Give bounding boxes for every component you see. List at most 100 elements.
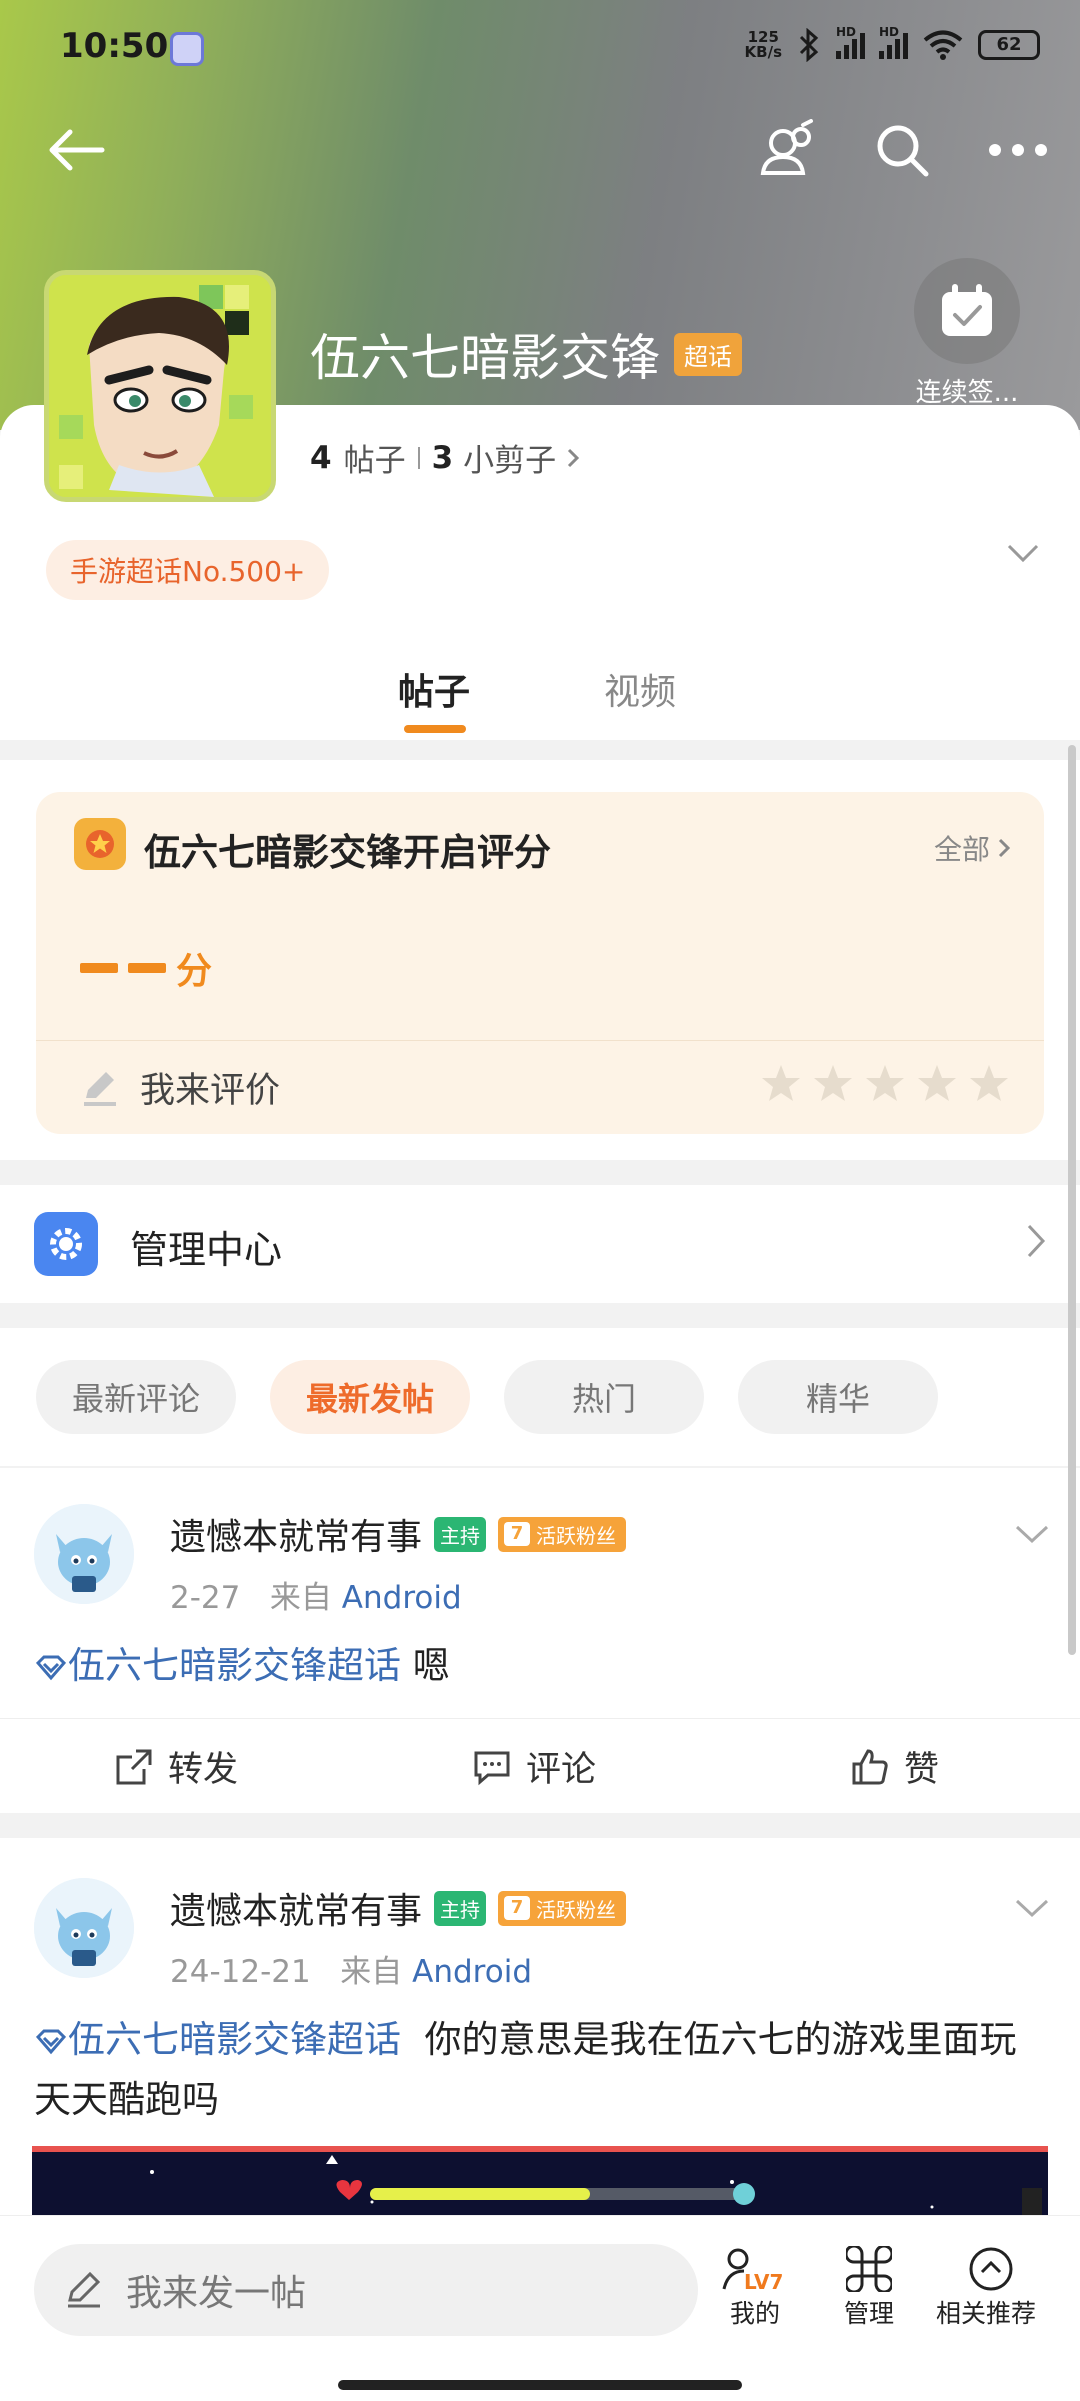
status-bar: 10:50 125 KB/s HD HD 62 bbox=[0, 0, 1080, 96]
rating-score: 分 bbox=[80, 942, 212, 994]
host-badge: 主持 bbox=[434, 1890, 487, 1926]
chaohua-badge: 超话 bbox=[674, 332, 742, 376]
back-arrow-icon bbox=[49, 129, 105, 171]
diamond-topic-icon bbox=[35, 2029, 67, 2055]
more-dots-icon bbox=[989, 144, 1047, 156]
user-level-icon: LV7 bbox=[700, 2244, 810, 2294]
back-button[interactable] bbox=[36, 110, 116, 190]
rating-all-link[interactable]: 全部 bbox=[934, 828, 1010, 868]
tab-posts[interactable]: 帖子 bbox=[398, 663, 470, 715]
feed-post[interactable]: 遗憾本就常有事 主持 7 活跃粉丝 24-12-21 来自 Android 伍六七… bbox=[0, 1838, 1080, 2226]
management-center-row[interactable]: 管理中心 bbox=[0, 1185, 1080, 1303]
post-date: 24-12-21 bbox=[170, 1954, 311, 1990]
score-empty-dash bbox=[80, 963, 118, 973]
filter-featured[interactable]: 精华 bbox=[738, 1360, 938, 1434]
feed-post[interactable]: 遗憾本就常有事 主持 7 活跃粉丝 2-27 来自 Android 伍六七暗影交锋… bbox=[0, 1468, 1080, 1813]
topic-title: 伍六七暗影交锋 bbox=[310, 329, 660, 387]
more-button[interactable] bbox=[978, 110, 1058, 190]
post-from-label: 来自 bbox=[269, 1580, 332, 1616]
post-menu-button[interactable] bbox=[1014, 1898, 1050, 1922]
author-avatar[interactable] bbox=[34, 1878, 134, 1978]
gear-icon bbox=[34, 1212, 98, 1276]
like-button[interactable]: 赞 bbox=[850, 1741, 939, 1792]
star-icon[interactable] bbox=[916, 1062, 958, 1104]
author-name[interactable]: 遗憾本就常有事 bbox=[170, 1882, 422, 1934]
rating-title: 伍六七暗影交锋开启评分 bbox=[144, 831, 551, 874]
nav-manage-label: 管理 bbox=[843, 2299, 894, 2328]
chevron-right-icon bbox=[998, 838, 1010, 858]
rating-stars[interactable] bbox=[760, 1062, 1010, 1104]
tab-videos[interactable]: 视频 bbox=[604, 663, 676, 715]
rating-section: 伍六七暗影交锋开启评分 全部 分 我来评价 bbox=[0, 760, 1080, 1160]
nav-recommend[interactable]: 相关推荐 bbox=[936, 2244, 1046, 2330]
status-indicators: 125 KB/s HD HD 62 bbox=[745, 25, 1040, 62]
topic-link[interactable]: 伍六七暗影交锋超话 bbox=[34, 2018, 401, 2061]
share-icon bbox=[116, 1749, 152, 1784]
clips-count: 3 bbox=[431, 439, 454, 476]
expand-header-button[interactable] bbox=[1006, 543, 1040, 567]
signal-1-icon: HD bbox=[836, 25, 865, 59]
rating-card: 伍六七暗影交锋开启评分 全部 分 我来评价 bbox=[36, 792, 1044, 1134]
command-icon bbox=[814, 2244, 924, 2294]
post-meta: 2-27 来自 Android bbox=[170, 1572, 462, 1617]
filter-latest-comments[interactable]: 最新评论 bbox=[36, 1360, 236, 1434]
post-image[interactable] bbox=[32, 2146, 1048, 2226]
pencil-icon bbox=[84, 1071, 116, 1106]
repost-button[interactable]: 转发 bbox=[114, 1741, 238, 1792]
checkin-circle bbox=[914, 258, 1020, 364]
rate-me-button[interactable]: 我来评价 bbox=[80, 1062, 280, 1113]
star-icon[interactable] bbox=[968, 1062, 1010, 1104]
nav-mine-label: 我的 bbox=[729, 2299, 780, 2328]
content-tabs: 帖子 视频 bbox=[0, 655, 1080, 740]
chevron-right-icon bbox=[1026, 1223, 1046, 1263]
post-content: 伍六七暗影交锋超话 你的意思是我在伍六七的游戏里面玩天天酷跑吗 bbox=[34, 2010, 1046, 2130]
stats-divider bbox=[417, 446, 420, 469]
comment-icon bbox=[474, 1751, 510, 1785]
author-row: 遗憾本就常有事 主持 7 活跃粉丝 bbox=[170, 1882, 627, 1934]
post-source: Android bbox=[341, 1580, 462, 1616]
status-time: 10:50 bbox=[60, 26, 169, 66]
clips-link[interactable]: 3 小剪子 bbox=[432, 435, 581, 480]
star-icon[interactable] bbox=[864, 1062, 906, 1104]
checkin-button[interactable]: 连续签... bbox=[892, 258, 1042, 409]
chevron-down-icon bbox=[1015, 1899, 1049, 1918]
search-button[interactable] bbox=[862, 110, 942, 190]
nav-recommend-label: 相关推荐 bbox=[935, 2299, 1036, 2328]
fan-badge: 7 活跃粉丝 bbox=[498, 1516, 627, 1552]
signal-2-icon: HD bbox=[879, 25, 908, 59]
chat-group-button[interactable] bbox=[748, 110, 828, 190]
post-menu-button[interactable] bbox=[1014, 1524, 1050, 1548]
filter-hot[interactable]: 热门 bbox=[504, 1360, 704, 1434]
comment-button[interactable]: 评论 bbox=[472, 1741, 596, 1792]
nav-mine[interactable]: LV7 我的 bbox=[700, 2244, 810, 2330]
chat-people-icon bbox=[760, 119, 813, 175]
topic-link[interactable]: 伍六七暗影交锋超话 bbox=[34, 1644, 401, 1687]
author-name[interactable]: 遗憾本就常有事 bbox=[170, 1508, 422, 1560]
post-from-label: 来自 bbox=[340, 1954, 403, 1990]
pencil-icon bbox=[68, 2271, 101, 2308]
home-indicator[interactable] bbox=[338, 2380, 742, 2390]
top-navigation bbox=[0, 110, 1080, 190]
chevron-right-icon bbox=[568, 448, 580, 467]
scrollbar[interactable] bbox=[1068, 745, 1076, 1655]
author-avatar[interactable] bbox=[34, 1504, 134, 1604]
star-icon[interactable] bbox=[760, 1062, 802, 1104]
score-empty-dash bbox=[128, 963, 166, 973]
wifi-icon bbox=[923, 30, 963, 60]
topic-title-row: 伍六七暗影交锋 超话 bbox=[310, 318, 742, 390]
score-unit: 分 bbox=[176, 951, 213, 992]
nav-manage[interactable]: 管理 bbox=[814, 2244, 924, 2330]
rank-chip[interactable]: 手游超话No.500+ bbox=[46, 540, 330, 600]
topic-avatar[interactable] bbox=[44, 270, 276, 502]
rating-medal-icon bbox=[74, 818, 126, 870]
star-icon[interactable] bbox=[812, 1062, 854, 1104]
post-source: Android bbox=[412, 1954, 532, 1990]
filter-latest-posts[interactable]: 最新发帖 bbox=[270, 1360, 470, 1434]
compose-post-input[interactable]: 我来发一帖 bbox=[34, 2244, 698, 2336]
posts-count: 4 bbox=[310, 439, 332, 476]
post-meta: 24-12-21 来自 Android bbox=[170, 1946, 532, 1991]
management-center-label: 管理中心 bbox=[130, 1228, 283, 1272]
mine-level: LV7 bbox=[744, 2270, 783, 2293]
post-date: 2-27 bbox=[170, 1580, 241, 1616]
chevron-down-icon bbox=[1015, 1525, 1049, 1544]
